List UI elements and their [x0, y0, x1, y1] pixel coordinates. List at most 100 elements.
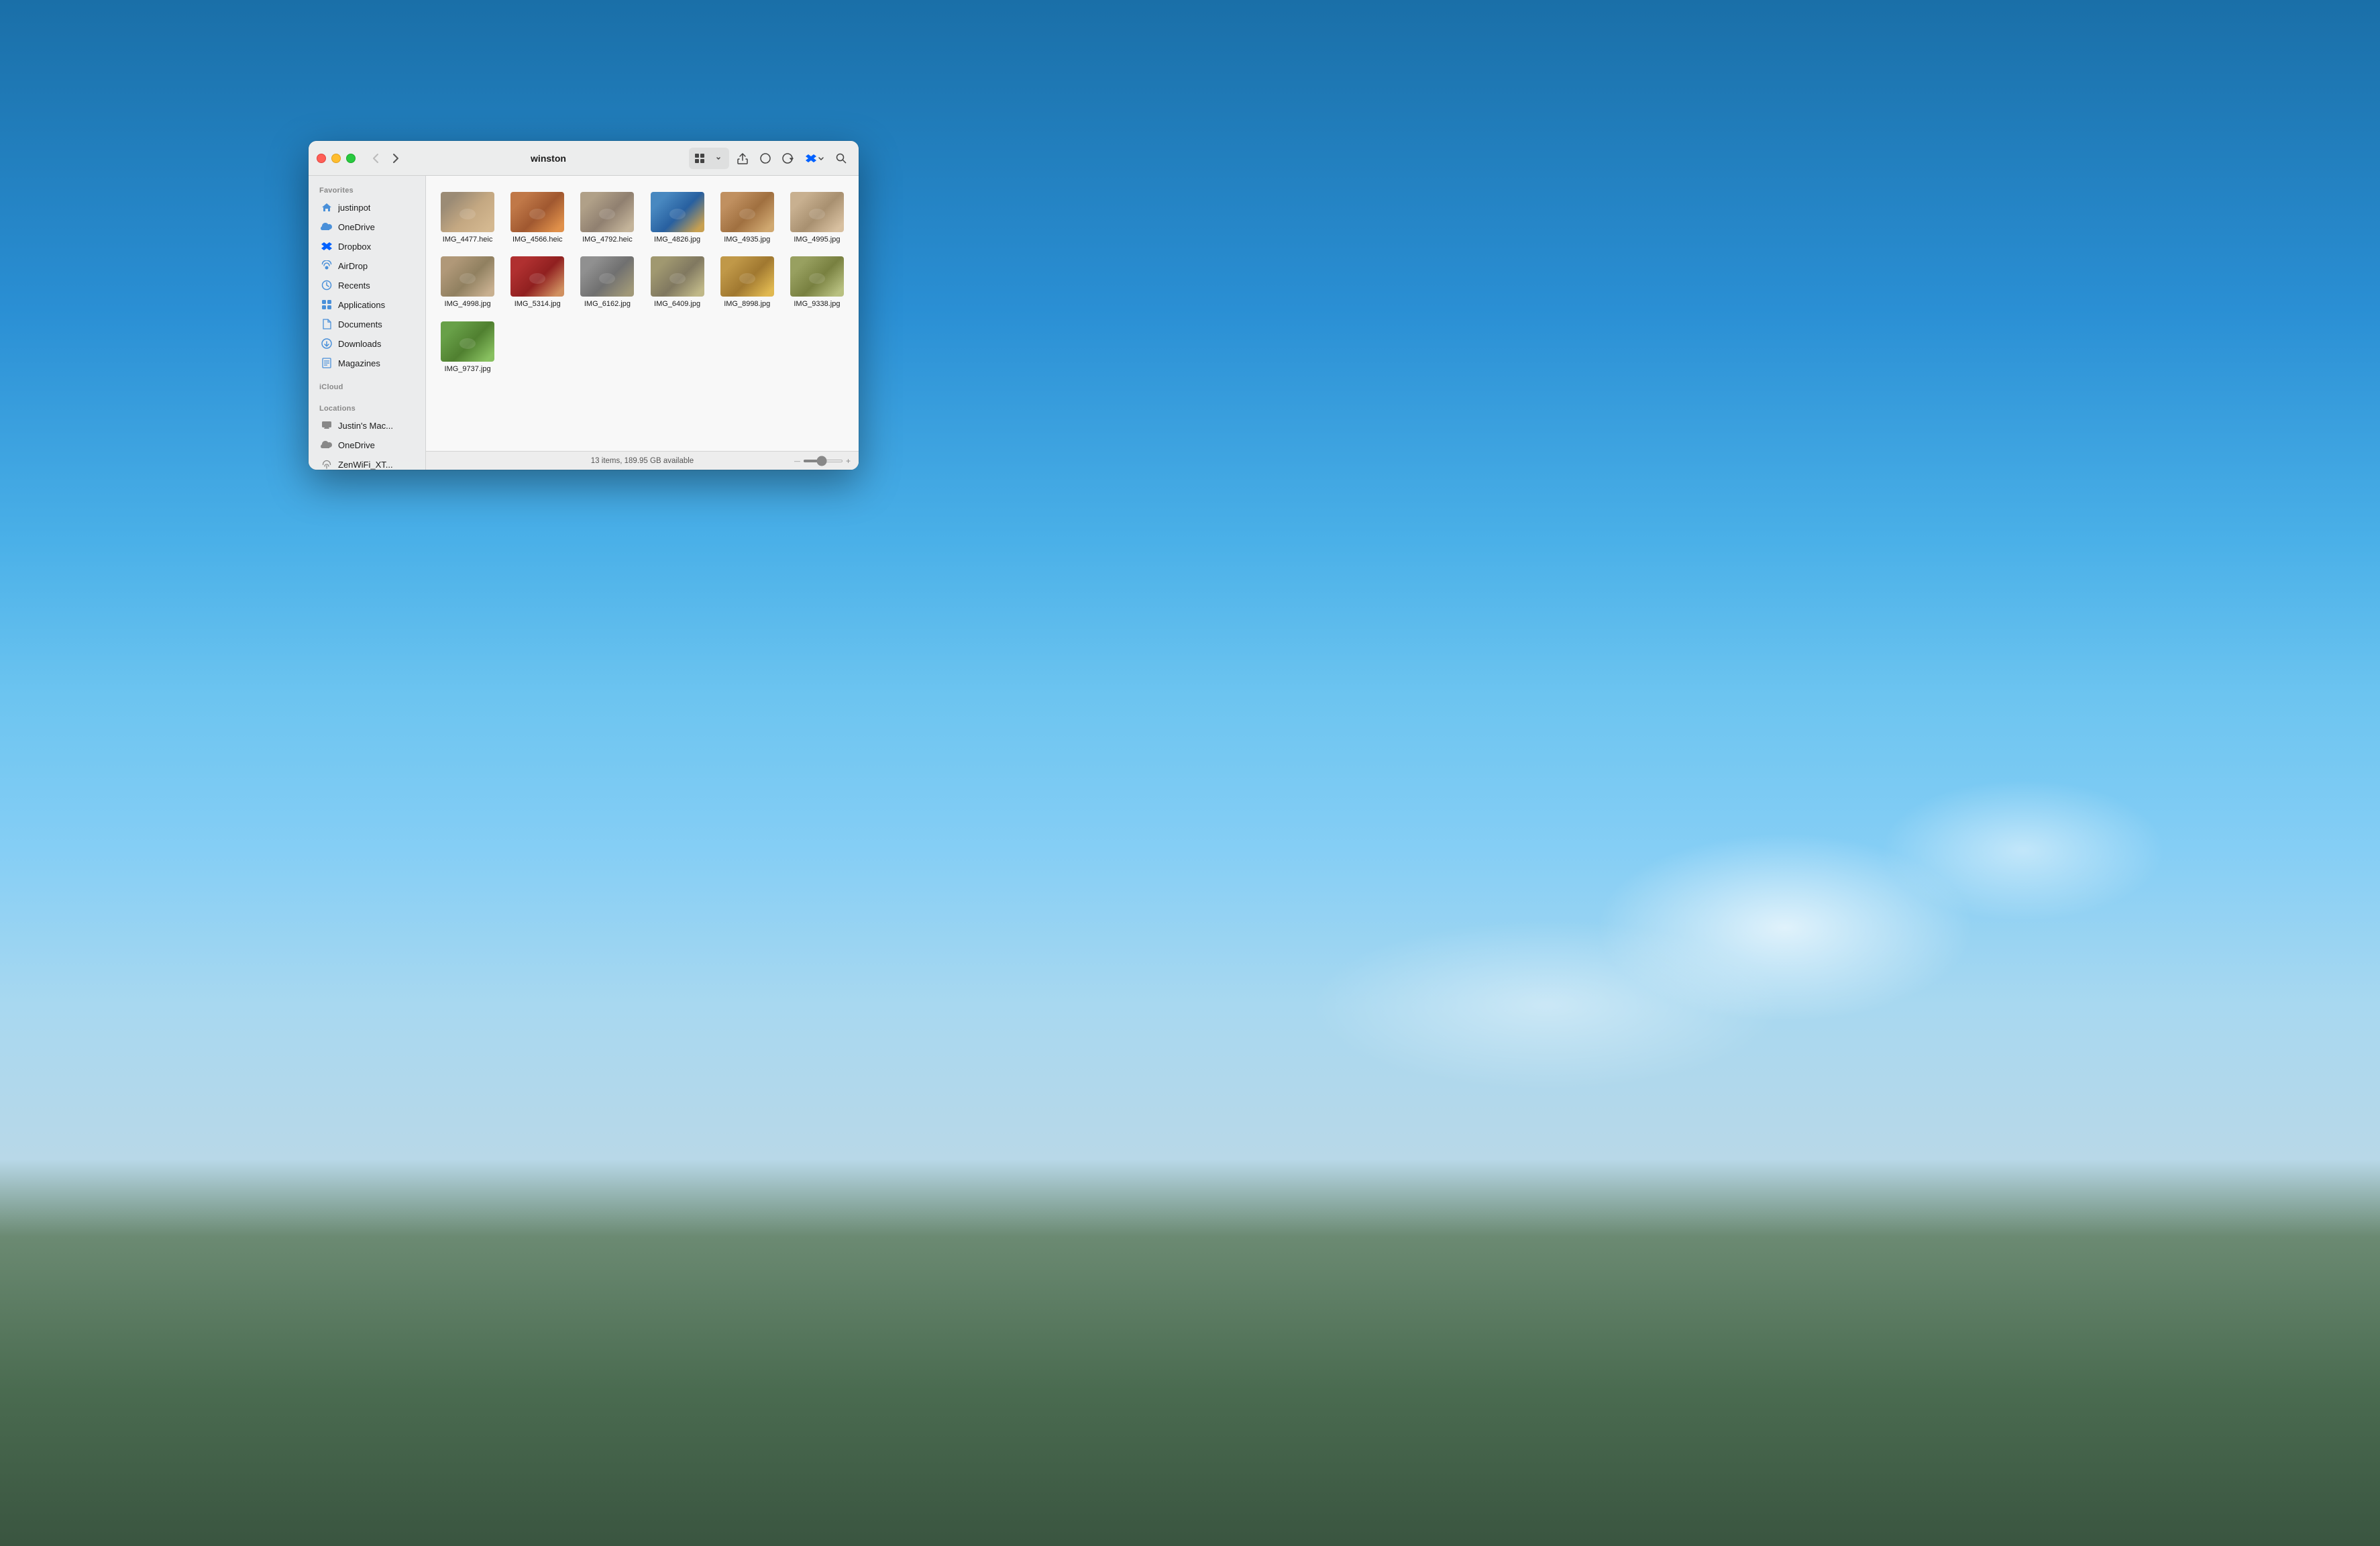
file-thumbnail [441, 321, 494, 362]
zoom-min-icon: — [794, 458, 800, 464]
view-button-group [689, 148, 729, 169]
file-thumbnail [651, 256, 704, 297]
zenwifi-icon [321, 458, 333, 470]
file-item[interactable]: IMG_4477.heic [434, 187, 501, 248]
view-options-button[interactable] [709, 149, 728, 168]
icloud-section-label: iCloud [309, 378, 425, 394]
documents-icon [321, 318, 333, 330]
file-thumbnail [580, 192, 634, 232]
file-thumbnail [720, 256, 774, 297]
icon-view-button[interactable] [690, 149, 709, 168]
justins-mac-label: Justin's Mac... [338, 421, 393, 431]
file-area: IMG_4477.heicIMG_4566.heic IMG_4792.heic I… [426, 176, 859, 470]
onedrive-loc-icon [321, 439, 333, 451]
magazines-icon [321, 357, 333, 369]
recents-label: Recents [338, 280, 370, 291]
sidebar: Favorites justinpot OneDrive [309, 176, 426, 470]
file-name: IMG_4792.heic [582, 235, 633, 244]
zoom-slider[interactable] [803, 460, 843, 462]
sidebar-item-magazines[interactable]: Magazines [311, 354, 423, 372]
dropbox-label: Dropbox [338, 242, 371, 252]
onedrive-label: OneDrive [338, 222, 375, 232]
file-name: IMG_4995.jpg [794, 235, 840, 244]
file-name: IMG_4826.jpg [654, 235, 700, 244]
file-thumbnail [510, 256, 564, 297]
file-item[interactable]: IMG_9737.jpg [434, 316, 501, 378]
back-button[interactable] [366, 149, 385, 168]
file-thumbnail [790, 192, 844, 232]
file-thumbnail [580, 256, 634, 297]
favorites-section-label: Favorites [309, 181, 425, 197]
file-item[interactable]: IMG_6409.jpg [643, 251, 710, 313]
share-button[interactable] [733, 149, 752, 168]
file-item[interactable]: IMG_4792.heic [574, 187, 641, 248]
file-name: IMG_6409.jpg [654, 299, 700, 309]
locations-section-label: Locations [309, 399, 425, 415]
file-name: IMG_9737.jpg [445, 364, 491, 374]
close-button[interactable] [317, 154, 326, 163]
file-thumbnail [510, 192, 564, 232]
action-button[interactable] [779, 149, 798, 168]
file-thumbnail [441, 256, 494, 297]
file-item[interactable]: IMG_4566.heic [504, 187, 571, 248]
onedrive-loc-label: OneDrive [338, 440, 375, 450]
downloads-icon [321, 338, 333, 350]
onedrive-icon [321, 221, 333, 233]
sidebar-item-downloads[interactable]: Downloads [311, 334, 423, 353]
downloads-label: Downloads [338, 339, 381, 349]
main-content: Favorites justinpot OneDrive [309, 176, 859, 470]
zoom-max-icon: + [846, 456, 851, 466]
file-item[interactable]: IMG_8998.jpg [714, 251, 781, 313]
mac-icon [321, 419, 333, 431]
sidebar-item-airdrop[interactable]: AirDrop [311, 256, 423, 275]
sidebar-item-onedrive-location[interactable]: OneDrive [311, 435, 423, 454]
file-name: IMG_4998.jpg [445, 299, 491, 309]
justinpot-label: justinpot [338, 203, 370, 213]
file-name: IMG_5314.jpg [515, 299, 561, 309]
file-grid: IMG_4477.heicIMG_4566.heic IMG_4792.heic I… [426, 176, 859, 451]
search-button[interactable] [832, 149, 851, 168]
applications-icon [321, 299, 333, 311]
tag-button[interactable] [756, 149, 775, 168]
file-item[interactable]: IMG_4998.jpg [434, 251, 501, 313]
home-icon [321, 201, 333, 213]
documents-label: Documents [338, 319, 382, 329]
status-bar-inner: 13 items, 189.95 GB available — + [426, 457, 859, 465]
file-thumbnail [441, 192, 494, 232]
toolbar-right-controls [689, 148, 851, 169]
file-item[interactable]: IMG_6162.jpg [574, 251, 641, 313]
airdrop-label: AirDrop [338, 261, 368, 271]
sidebar-item-onedrive[interactable]: OneDrive [311, 217, 423, 236]
sidebar-item-zenwifi[interactable]: ZenWiFi_XT... [311, 455, 423, 470]
sidebar-item-justins-mac[interactable]: Justin's Mac... [311, 416, 423, 435]
file-item[interactable]: IMG_9338.jpg [783, 251, 851, 313]
zoom-slider-container: — + [794, 456, 851, 466]
file-thumbnail [790, 256, 844, 297]
file-name: IMG_8998.jpg [724, 299, 770, 309]
recents-icon [321, 279, 333, 291]
finder-window: winston [309, 141, 859, 470]
minimize-button[interactable] [331, 154, 341, 163]
dropbox-button[interactable] [802, 149, 828, 168]
sidebar-item-justinpot[interactable]: justinpot [311, 198, 423, 217]
maximize-button[interactable] [346, 154, 356, 163]
magazines-label: Magazines [338, 358, 380, 368]
sidebar-item-documents[interactable]: Documents [311, 315, 423, 333]
status-text: 13 items, 189.95 GB available [591, 457, 694, 465]
airdrop-icon [321, 260, 333, 272]
status-bar: 13 items, 189.95 GB available — + [426, 451, 859, 470]
dropbox-sidebar-icon [321, 240, 333, 252]
file-thumbnail [651, 192, 704, 232]
toolbar-navigation [366, 149, 405, 168]
window-title: winston [413, 153, 684, 164]
forward-button[interactable] [386, 149, 405, 168]
traffic-lights [317, 154, 356, 163]
file-item[interactable]: IMG_4826.jpg [643, 187, 710, 248]
sidebar-item-applications[interactable]: Applications [311, 295, 423, 314]
file-item[interactable]: IMG_5314.jpg [504, 251, 571, 313]
file-item[interactable]: IMG_4995.jpg [783, 187, 851, 248]
sidebar-item-recents[interactable]: Recents [311, 276, 423, 295]
sidebar-item-dropbox[interactable]: Dropbox [311, 237, 423, 256]
file-name: IMG_6162.jpg [584, 299, 631, 309]
file-item[interactable]: IMG_4935.jpg [714, 187, 781, 248]
